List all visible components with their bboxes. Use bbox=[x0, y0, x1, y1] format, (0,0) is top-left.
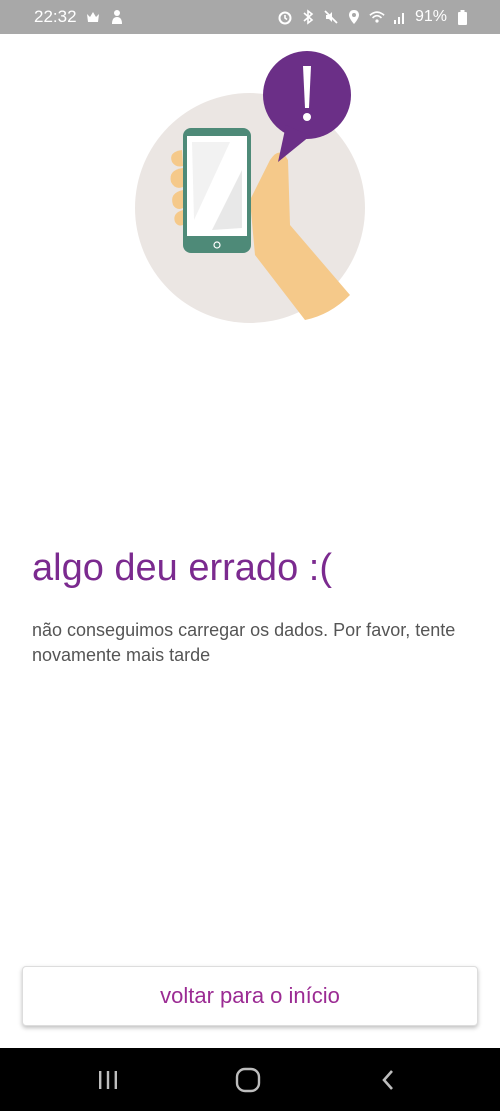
back-icon bbox=[382, 1070, 393, 1090]
system-nav-bar bbox=[0, 1048, 500, 1111]
back-to-home-button[interactable]: voltar para o início bbox=[22, 966, 478, 1026]
error-illustration bbox=[120, 50, 380, 330]
app-notification-icon bbox=[109, 9, 125, 25]
error-title: algo deu errado :( bbox=[32, 547, 332, 589]
phone-in-hand-illustration bbox=[135, 51, 365, 323]
signal-icon bbox=[392, 9, 408, 25]
alarm-icon bbox=[277, 9, 293, 25]
home-nav-button[interactable] bbox=[218, 1058, 278, 1102]
status-right: 91% bbox=[277, 0, 470, 34]
back-nav-button[interactable] bbox=[358, 1058, 418, 1102]
error-message: não conseguimos carregar os dados. Por f… bbox=[32, 620, 456, 665]
battery-percent: 91% bbox=[414, 8, 447, 25]
status-left: 22:32 bbox=[34, 0, 125, 34]
recent-apps-icon bbox=[99, 1071, 117, 1089]
battery-icon bbox=[454, 9, 470, 25]
bluetooth-icon bbox=[300, 9, 316, 25]
wifi-icon bbox=[369, 9, 385, 25]
mute-icon bbox=[323, 9, 339, 25]
status-time: 22:32 bbox=[34, 7, 77, 26]
recent-apps-button[interactable] bbox=[78, 1058, 138, 1102]
notification-icon bbox=[85, 9, 101, 25]
status-bar: 22:32 91% bbox=[0, 0, 500, 34]
location-icon bbox=[346, 9, 362, 25]
home-icon bbox=[235, 1067, 261, 1093]
